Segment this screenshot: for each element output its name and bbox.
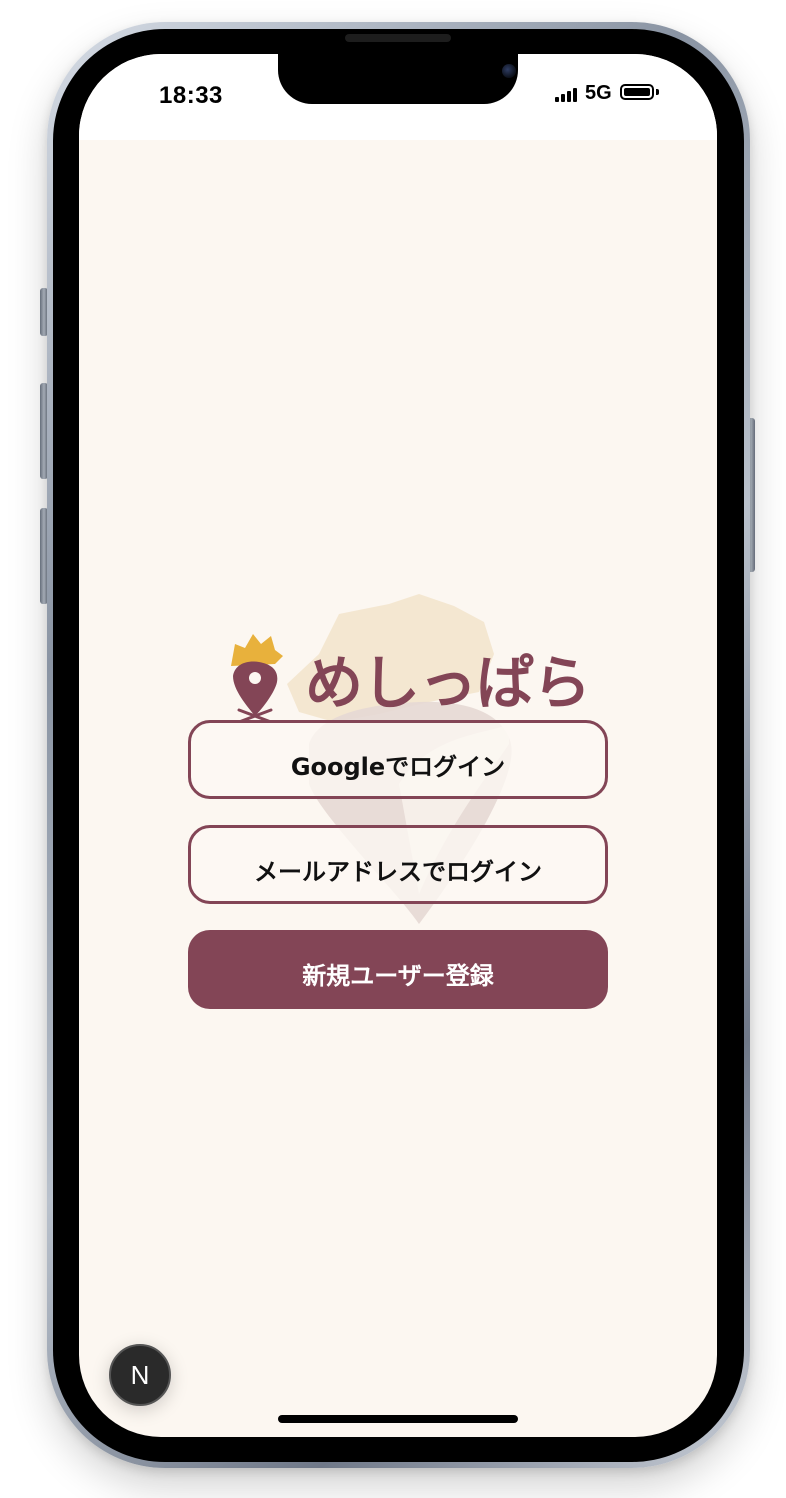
battery-tip bbox=[656, 89, 659, 95]
register-label: 新規ユーザー登録 bbox=[302, 962, 494, 990]
email-login-button[interactable]: メールアドレスでログイン bbox=[188, 825, 608, 904]
notch bbox=[278, 54, 518, 104]
status-time: 18:33 bbox=[159, 82, 223, 109]
google-login-button[interactable]: Googleでログイン bbox=[188, 720, 608, 799]
dev-tools-badge[interactable]: N bbox=[109, 1344, 171, 1406]
app-logo: めしっぱら bbox=[225, 630, 591, 722]
app-stage: 18:33 5G めしっぱら Googleでログイン メールアドレスでログイン … bbox=[0, 0, 786, 1498]
signal-bars-icon bbox=[555, 88, 577, 102]
email-login-label: メールアドレスでログイン bbox=[254, 858, 542, 886]
home-indicator[interactable] bbox=[278, 1415, 518, 1423]
map-pin-logo-icon bbox=[231, 634, 283, 722]
dev-tools-badge-label: N bbox=[130, 1359, 150, 1390]
screen: 18:33 5G めしっぱら Googleでログイン メールアドレスでログイン … bbox=[79, 54, 717, 1437]
speaker-slot bbox=[345, 34, 451, 42]
battery-full-icon bbox=[620, 84, 654, 100]
network-label: 5G bbox=[585, 82, 612, 104]
app-logo-text: めしっぱら bbox=[305, 649, 591, 717]
status-bar: 18:33 5G bbox=[79, 54, 717, 140]
front-camera bbox=[502, 64, 516, 78]
google-login-label: Googleでログイン bbox=[290, 753, 506, 781]
register-button[interactable]: 新規ユーザー登録 bbox=[188, 930, 608, 1009]
